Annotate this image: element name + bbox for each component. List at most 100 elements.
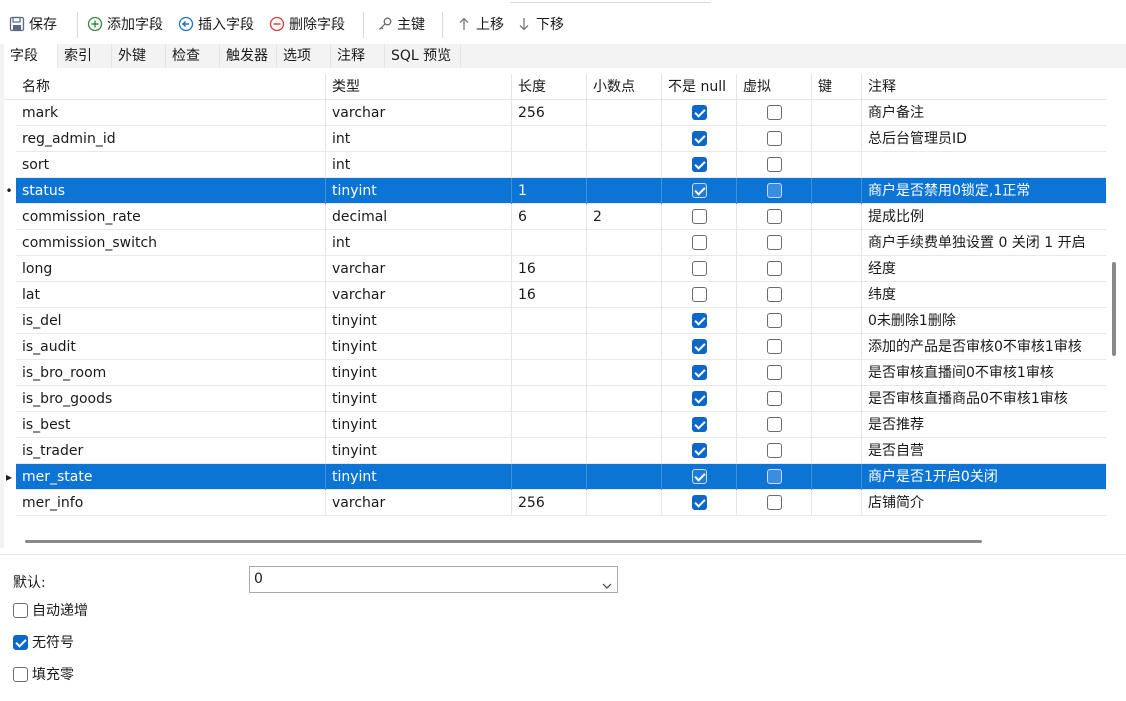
- cell-virtual[interactable]: [737, 178, 812, 204]
- cell-comment[interactable]: 是否自营: [862, 438, 1106, 464]
- tab-checks[interactable]: 检查: [166, 44, 220, 68]
- cell-name[interactable]: is_del: [16, 308, 326, 334]
- tab-foreign-keys[interactable]: 外键: [112, 44, 166, 68]
- cell-type[interactable]: tinyint: [326, 178, 512, 204]
- save-button[interactable]: 保存: [9, 12, 57, 36]
- virtual-checkbox[interactable]: [767, 105, 782, 120]
- virtual-checkbox[interactable]: [767, 417, 782, 432]
- column-header-not-null[interactable]: 不是 null: [662, 74, 737, 100]
- virtual-checkbox[interactable]: [767, 261, 782, 276]
- cell-not-null[interactable]: [662, 152, 737, 178]
- tab-sql-preview[interactable]: SQL 预览: [385, 44, 461, 68]
- cell-name[interactable]: commission_switch: [16, 230, 326, 256]
- cell-length[interactable]: [512, 334, 587, 360]
- cell-type[interactable]: tinyint: [326, 308, 512, 334]
- cell-length[interactable]: [512, 308, 587, 334]
- cell-comment[interactable]: 添加的产品是否审核0不审核1审核: [862, 334, 1106, 360]
- cell-name[interactable]: is_trader: [16, 438, 326, 464]
- cell-comment[interactable]: 商户是否禁用0锁定,1正常: [862, 178, 1106, 204]
- cell-key[interactable]: [812, 412, 862, 438]
- cell-virtual[interactable]: [737, 334, 812, 360]
- cell-key[interactable]: [812, 152, 862, 178]
- cell-virtual[interactable]: [737, 360, 812, 386]
- cell-not-null[interactable]: [662, 360, 737, 386]
- chevron-down-icon[interactable]: [602, 575, 612, 589]
- default-value-combo[interactable]: 0: [249, 566, 618, 593]
- cell-not-null[interactable]: [662, 256, 737, 282]
- cell-key[interactable]: [812, 100, 862, 126]
- insert-field-button[interactable]: 插入字段: [178, 12, 254, 36]
- cell-key[interactable]: [812, 126, 862, 152]
- cell-comment[interactable]: [862, 152, 1106, 178]
- cell-virtual[interactable]: [737, 152, 812, 178]
- cell-not-null[interactable]: [662, 386, 737, 412]
- cell-type[interactable]: varchar: [326, 282, 512, 308]
- zerofill-option[interactable]: 填充零: [13, 664, 74, 684]
- cell-name[interactable]: mer_state: [16, 464, 326, 490]
- cell-name[interactable]: mer_info: [16, 490, 326, 516]
- cell-virtual[interactable]: [737, 126, 812, 152]
- virtual-checkbox[interactable]: [767, 469, 782, 484]
- cell-comment[interactable]: 商户手续费单独设置 0 关闭 1 开启: [862, 230, 1106, 256]
- cell-decimals[interactable]: [587, 178, 662, 204]
- cell-length[interactable]: [512, 230, 587, 256]
- cell-decimals[interactable]: [587, 126, 662, 152]
- table-row[interactable]: commission_rate decimal 6 2 提成比例: [4, 204, 1106, 230]
- cell-type[interactable]: int: [326, 230, 512, 256]
- cell-comment[interactable]: 店铺简介: [862, 490, 1106, 516]
- cell-virtual[interactable]: [737, 100, 812, 126]
- table-row[interactable]: lat varchar 16 纬度: [4, 282, 1106, 308]
- column-header-length[interactable]: 长度: [512, 74, 587, 100]
- cell-name[interactable]: is_bro_goods: [16, 386, 326, 412]
- table-row[interactable]: is_del tinyint 0未删除1删除: [4, 308, 1106, 334]
- cell-length[interactable]: [512, 386, 587, 412]
- cell-not-null[interactable]: [662, 308, 737, 334]
- table-row[interactable]: is_bro_room tinyint 是否审核直播间0不审核1审核: [4, 360, 1106, 386]
- virtual-checkbox[interactable]: [767, 131, 782, 146]
- cell-not-null[interactable]: [662, 204, 737, 230]
- not-null-checkbox[interactable]: [692, 235, 707, 250]
- cell-not-null[interactable]: [662, 438, 737, 464]
- zerofill-checkbox[interactable]: [13, 666, 28, 682]
- vertical-scrollbar[interactable]: [1112, 262, 1116, 356]
- tab-triggers[interactable]: 触发器: [220, 44, 277, 68]
- cell-name[interactable]: reg_admin_id: [16, 126, 326, 152]
- not-null-checkbox[interactable]: [692, 131, 707, 146]
- virtual-checkbox[interactable]: [767, 209, 782, 224]
- column-header-virtual[interactable]: 虚拟: [737, 74, 812, 100]
- virtual-checkbox[interactable]: [767, 313, 782, 328]
- virtual-checkbox[interactable]: [767, 157, 782, 172]
- not-null-checkbox[interactable]: [692, 365, 707, 380]
- table-row[interactable]: is_bro_goods tinyint 是否审核直播商品0不审核1审核: [4, 386, 1106, 412]
- cell-length[interactable]: [512, 412, 587, 438]
- cell-key[interactable]: [812, 438, 862, 464]
- cell-length[interactable]: 256: [512, 490, 587, 516]
- cell-length[interactable]: [512, 438, 587, 464]
- cell-not-null[interactable]: [662, 126, 737, 152]
- cell-not-null[interactable]: [662, 100, 737, 126]
- virtual-checkbox[interactable]: [767, 443, 782, 458]
- add-field-button[interactable]: 添加字段: [87, 12, 163, 36]
- cell-not-null[interactable]: [662, 412, 737, 438]
- cell-name[interactable]: status: [16, 178, 326, 204]
- table-row[interactable]: • status tinyint 1 商户是否禁用0锁定,1正常: [4, 178, 1106, 204]
- column-header-comment[interactable]: 注释: [862, 74, 1106, 100]
- not-null-checkbox[interactable]: [692, 417, 707, 432]
- cell-virtual[interactable]: [737, 490, 812, 516]
- unsigned-checkbox[interactable]: [13, 634, 28, 650]
- cell-not-null[interactable]: [662, 282, 737, 308]
- not-null-checkbox[interactable]: [692, 209, 707, 224]
- table-row[interactable]: is_audit tinyint 添加的产品是否审核0不审核1审核: [4, 334, 1106, 360]
- cell-key[interactable]: [812, 178, 862, 204]
- auto-increment-checkbox[interactable]: [13, 602, 28, 618]
- table-row[interactable]: mark varchar 256 商户备注: [4, 100, 1106, 126]
- cell-key[interactable]: [812, 308, 862, 334]
- cell-length[interactable]: [512, 152, 587, 178]
- cell-comment[interactable]: 是否推荐: [862, 412, 1106, 438]
- cell-length[interactable]: 6: [512, 204, 587, 230]
- virtual-checkbox[interactable]: [767, 183, 782, 198]
- virtual-checkbox[interactable]: [767, 287, 782, 302]
- cell-comment[interactable]: 是否审核直播商品0不审核1审核: [862, 386, 1106, 412]
- primary-key-button[interactable]: 主键: [377, 12, 425, 36]
- table-row[interactable]: reg_admin_id int 总后台管理员ID: [4, 126, 1106, 152]
